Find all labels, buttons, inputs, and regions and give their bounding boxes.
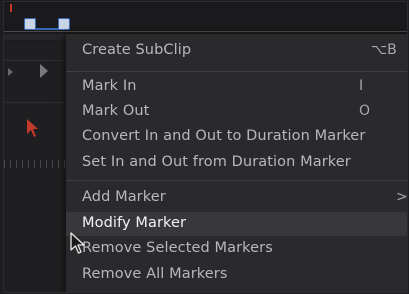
selection-arrow-icon[interactable] bbox=[26, 118, 40, 138]
divider bbox=[4, 60, 66, 61]
menu-item-remove-selected-markers[interactable]: Remove Selected Markers bbox=[66, 237, 407, 261]
chevron-right-icon: > bbox=[396, 189, 408, 205]
menu-separator bbox=[66, 71, 407, 72]
timeline-ruler-line bbox=[4, 31, 407, 32]
context-menu: Create SubClip ⌥B Mark In I Mark Out O C… bbox=[66, 34, 408, 292]
app-frame: Create SubClip ⌥B Mark In I Mark Out O C… bbox=[3, 1, 408, 293]
mouse-pointer-icon bbox=[70, 232, 85, 254]
in-point-handle[interactable] bbox=[24, 18, 36, 30]
menu-item-create-subclip[interactable]: Create SubClip ⌥B bbox=[66, 39, 407, 63]
menu-item-label: Convert In and Out to Duration Marker bbox=[82, 128, 366, 144]
menu-item-set-in-out[interactable]: Set In and Out from Duration Marker bbox=[66, 151, 407, 175]
playhead-marker[interactable] bbox=[10, 4, 12, 12]
menu-item-mark-out[interactable]: Mark Out O bbox=[66, 100, 407, 124]
menu-item-label: Mark In bbox=[82, 78, 137, 94]
menu-item-label: Add Marker bbox=[82, 189, 166, 205]
timeline-ticks bbox=[4, 160, 66, 168]
menu-item-shortcut: ⌥B bbox=[371, 42, 397, 58]
menu-item-mark-in[interactable]: Mark In I bbox=[66, 75, 407, 99]
menu-item-modify-marker[interactable]: Modify Marker bbox=[66, 212, 407, 236]
menu-item-label: Remove Selected Markers bbox=[82, 240, 273, 256]
menu-item-label: Remove All Markers bbox=[82, 266, 228, 282]
menu-item-label: Mark Out bbox=[82, 103, 150, 119]
menu-item-label: Modify Marker bbox=[82, 215, 187, 231]
menu-separator bbox=[66, 180, 407, 181]
menu-item-shortcut: I bbox=[359, 78, 364, 94]
menu-item-add-marker[interactable]: Add Marker > bbox=[66, 186, 408, 210]
menu-item-convert-in-out[interactable]: Convert In and Out to Duration Marker bbox=[66, 125, 407, 149]
play-icon[interactable] bbox=[40, 64, 48, 78]
menu-item-label: Set In and Out from Duration Marker bbox=[82, 154, 351, 170]
menu-item-label: Create SubClip bbox=[82, 42, 192, 58]
expand-arrow-icon[interactable] bbox=[8, 68, 13, 76]
divider bbox=[4, 102, 66, 103]
out-point-handle[interactable] bbox=[58, 18, 70, 30]
in-out-range bbox=[36, 28, 58, 30]
menu-item-remove-all-markers[interactable]: Remove All Markers bbox=[66, 263, 407, 287]
menu-item-shortcut: O bbox=[359, 103, 371, 119]
